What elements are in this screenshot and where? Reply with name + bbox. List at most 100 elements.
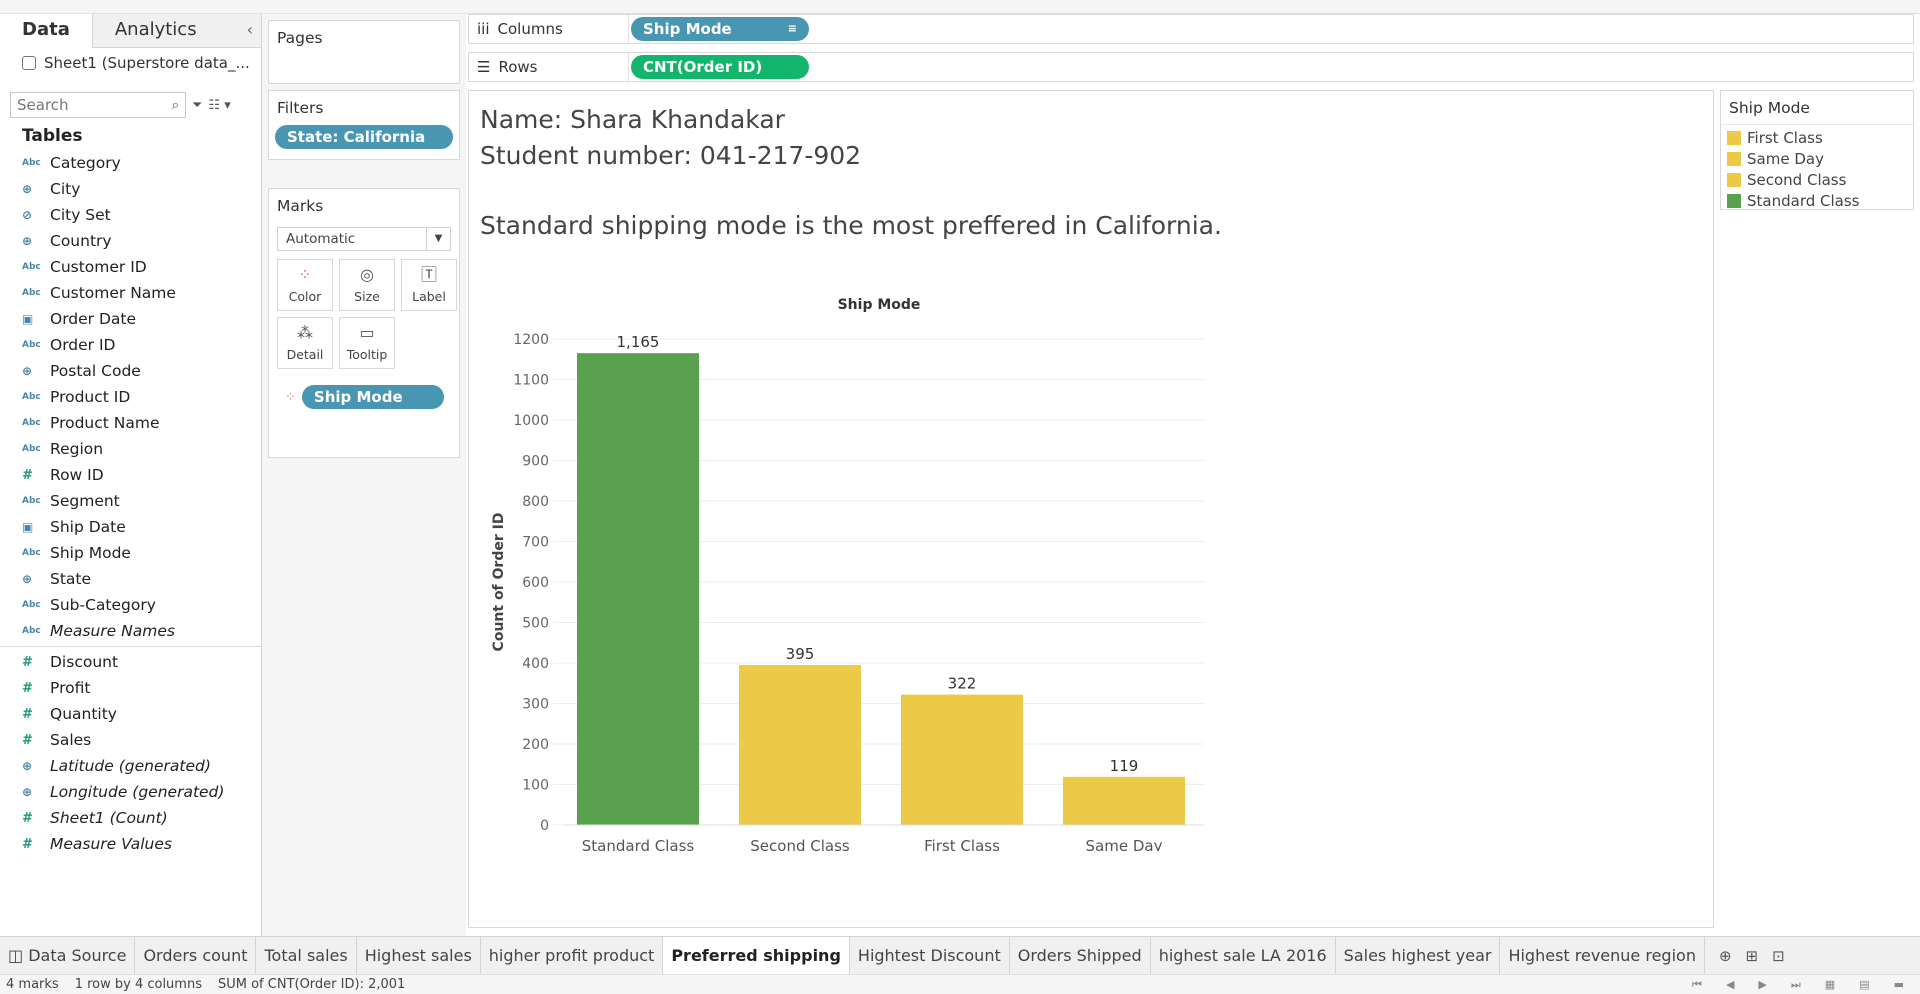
field-item[interactable]: ▣ Ship Date [0, 514, 261, 540]
grid-view-icon[interactable]: ▦ [1819, 978, 1845, 992]
field-type-icon: ⊕ [22, 234, 33, 248]
columns-shelf-label: iii Columns [469, 15, 629, 43]
x-category-label: Standard Class [582, 837, 695, 851]
search-box[interactable]: ⌕ [10, 92, 186, 118]
x-category-label: Second Class [750, 837, 850, 851]
field-type-icon: ⊕ [22, 572, 33, 586]
field-item[interactable]: # Quantity [0, 701, 261, 727]
bar-value-label: 119 [1110, 757, 1139, 775]
field-item[interactable]: Abc Sub-Category [0, 592, 261, 618]
rows-shelf: ☰ Rows CNT(Order ID) [468, 52, 1914, 82]
collapse-pane-icon[interactable]: ‹ [247, 20, 253, 39]
field-item[interactable]: Abc Category [0, 150, 261, 176]
sheet-tab[interactable]: higher profit product [481, 936, 664, 975]
field-type-icon: Abc [22, 600, 41, 610]
last-page-icon[interactable]: ⏭ [1785, 978, 1811, 992]
tab-view-icon[interactable]: ▬ [1888, 978, 1914, 992]
tooltip-button[interactable]: ▭ Tooltip [339, 317, 395, 369]
datasource-name: Sheet1 (Superstore data_... [44, 54, 250, 72]
marks-buttons: ⁘ Color ◎ Size 🅃 Label ⁂ Detail ▭ Tooltip [277, 259, 459, 369]
field-item[interactable]: Abc Customer Name [0, 280, 261, 306]
sheet-tab[interactable]: Orders Shipped [1010, 936, 1151, 975]
field-item[interactable]: ⊕ Country [0, 228, 261, 254]
status-dims: 1 row by 4 columns [74, 977, 202, 992]
field-item[interactable]: Abc Ship Mode [0, 540, 261, 566]
new-dashboard-icon[interactable]: ⊞ [1746, 947, 1759, 965]
filters-card[interactable]: Filters State: California [268, 90, 460, 160]
legend-item[interactable]: Same Day [1721, 148, 1913, 169]
prev-page-icon[interactable]: ◀ [1720, 978, 1744, 992]
new-story-icon[interactable]: ⊡ [1772, 947, 1785, 965]
color-button[interactable]: ⁘ Color [277, 259, 333, 311]
worksheet-view: Name: Shara Khandakar Student number: 04… [468, 90, 1714, 928]
field-type-icon: Abc [22, 496, 41, 506]
label-button[interactable]: 🅃 Label [401, 259, 457, 311]
detail-button[interactable]: ⁂ Detail [277, 317, 333, 369]
bar [577, 353, 699, 825]
size-button[interactable]: ◎ Size [339, 259, 395, 311]
field-item[interactable]: ▣ Order Date [0, 306, 261, 332]
tab-analytics[interactable]: Analytics [92, 14, 261, 48]
field-item[interactable]: ⊕ State [0, 566, 261, 592]
y-tick-label: 300 [522, 697, 549, 713]
first-page-icon[interactable]: ⏮ [1686, 978, 1712, 992]
field-label: Customer Name [50, 284, 176, 302]
sheet-tab[interactable]: Sales highest year [1336, 936, 1501, 975]
field-item[interactable]: Abc Region [0, 436, 261, 462]
filmstrip-view-icon[interactable]: ▤ [1853, 978, 1879, 992]
tooltip-label: Tooltip [346, 346, 388, 362]
filter-pill-state[interactable]: State: California [275, 125, 453, 149]
legend-item[interactable]: Second Class [1721, 169, 1913, 190]
rows-pill-cnt-order-id[interactable]: CNT(Order ID) [631, 55, 809, 79]
field-item[interactable]: # Measure Values [0, 831, 261, 857]
pages-card[interactable]: Pages [268, 20, 460, 84]
field-label: State [50, 570, 92, 588]
sheet-tab[interactable]: Highest sales [357, 936, 481, 975]
sheet-tab[interactable]: Highest revenue region [1500, 936, 1705, 975]
field-item[interactable]: ⊕ Postal Code [0, 358, 261, 384]
field-type-icon: Abc [22, 158, 41, 168]
sheet-tab[interactable]: highest sale LA 2016 [1151, 936, 1336, 975]
field-item[interactable]: # Row ID [0, 462, 261, 488]
field-item[interactable]: # Profit [0, 675, 261, 701]
field-item[interactable]: ⊕ Latitude (generated) [0, 753, 261, 779]
sheet-tab[interactable]: Orders count [135, 936, 257, 975]
field-item[interactable]: Abc Product Name [0, 410, 261, 436]
top-toolbar-strip [0, 0, 1920, 14]
field-label: Sheet1 (Count) [50, 809, 168, 827]
search-row: ⌕ ⏷ ☷ ▾ [10, 92, 261, 118]
detail-label: Detail [286, 346, 324, 362]
tab-data[interactable]: Data [0, 14, 93, 48]
field-item[interactable]: # Sales [0, 727, 261, 753]
field-item[interactable]: Abc Customer ID [0, 254, 261, 280]
field-item[interactable]: Abc Product ID [0, 384, 261, 410]
marks-pill-ship-mode[interactable]: Ship Mode [301, 385, 444, 409]
next-page-icon[interactable]: ▶ [1752, 978, 1776, 992]
datasource-row[interactable]: Sheet1 (Superstore data_... [0, 48, 261, 78]
field-item[interactable]: ⊕ Longitude (generated) [0, 779, 261, 805]
columns-pill-ship-mode[interactable]: Ship Mode ≡ [631, 17, 809, 41]
legend-item[interactable]: First Class [1721, 127, 1913, 148]
sheet-tab[interactable]: Hightest Discount [850, 936, 1010, 975]
search-input[interactable] [17, 96, 157, 114]
field-item[interactable]: # Sheet1 (Count) [0, 805, 261, 831]
field-item[interactable]: Abc Segment [0, 488, 261, 514]
bar-value-label: 322 [948, 675, 977, 693]
rows-label: Rows [498, 58, 538, 76]
filter-icon[interactable]: ⏷ [192, 98, 202, 113]
bar-value-label: 1,165 [617, 333, 660, 351]
field-item[interactable]: ⊕ City [0, 176, 261, 202]
field-item[interactable]: ⊘ City Set [0, 202, 261, 228]
mark-type-dropdown[interactable]: Automatic ▼ [277, 227, 451, 251]
field-item[interactable]: Abc Measure Names [0, 618, 261, 644]
datasource-tab[interactable]: ◫ Data Source [0, 936, 136, 975]
new-worksheet-icon[interactable]: ⊕ [1719, 947, 1732, 965]
legend-items: First Class Same Day Second Class Standard … [1721, 125, 1913, 211]
field-item[interactable]: Abc Order ID [0, 332, 261, 358]
field-item[interactable]: # Discount [0, 649, 261, 675]
sheet-tab[interactable]: Preferred shipping [663, 936, 850, 975]
legend-item[interactable]: Standard Class [1721, 190, 1913, 211]
field-label: Row ID [50, 466, 104, 484]
sheet-tab[interactable]: Total sales [256, 936, 357, 975]
view-options-icon[interactable]: ☷ ▾ [208, 98, 230, 113]
